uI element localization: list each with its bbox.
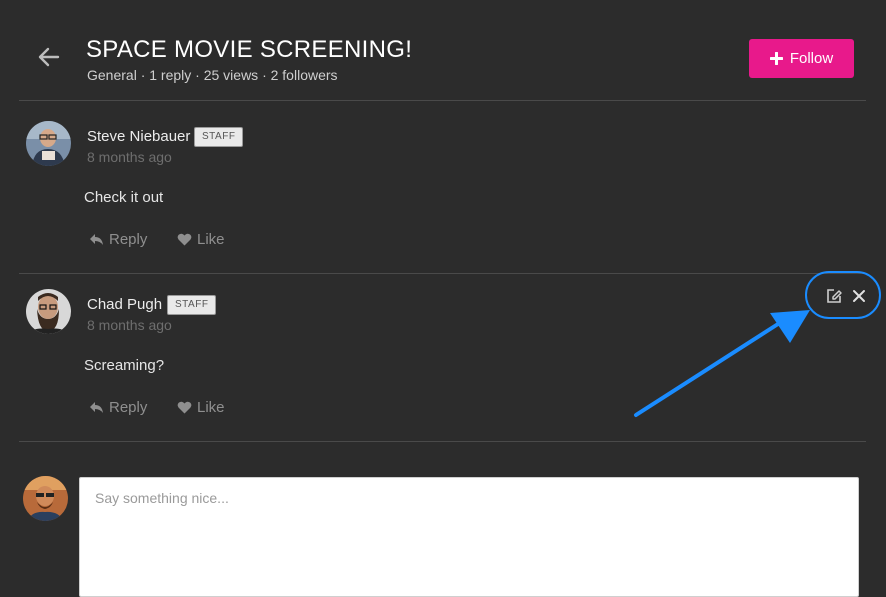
reply-composer[interactable] bbox=[79, 477, 859, 597]
post-tools bbox=[805, 271, 883, 321]
reply-label: Reply bbox=[109, 399, 148, 416]
post-author[interactable]: Chad Pugh bbox=[87, 296, 162, 313]
post-body: Check it out bbox=[84, 189, 164, 206]
heart-icon bbox=[177, 233, 192, 246]
post-item: Chad Pugh STAFF 8 months ago Screaming? … bbox=[0, 0, 886, 416]
reply-label: Reply bbox=[109, 231, 148, 248]
heart-icon bbox=[177, 401, 192, 414]
like-label: Like bbox=[197, 231, 225, 248]
reply-icon bbox=[90, 234, 103, 245]
post-divider bbox=[19, 273, 866, 274]
reply-button[interactable]: Reply bbox=[89, 231, 147, 248]
posts-end-divider bbox=[19, 441, 866, 442]
like-label: Like bbox=[197, 399, 225, 416]
like-button[interactable]: Like bbox=[177, 399, 225, 416]
current-user-avatar[interactable] bbox=[23, 476, 68, 521]
close-icon[interactable] bbox=[850, 287, 868, 305]
post-body: Screaming? bbox=[84, 357, 165, 374]
annotation-highlight bbox=[805, 271, 881, 319]
reply-icon bbox=[90, 402, 103, 413]
edit-icon[interactable] bbox=[825, 287, 843, 305]
avatar[interactable] bbox=[26, 289, 71, 334]
staff-badge: STAFF bbox=[167, 295, 217, 315]
like-button[interactable]: Like bbox=[177, 231, 225, 248]
post-time: 8 months ago bbox=[87, 317, 172, 333]
reply-button[interactable]: Reply bbox=[89, 399, 147, 416]
